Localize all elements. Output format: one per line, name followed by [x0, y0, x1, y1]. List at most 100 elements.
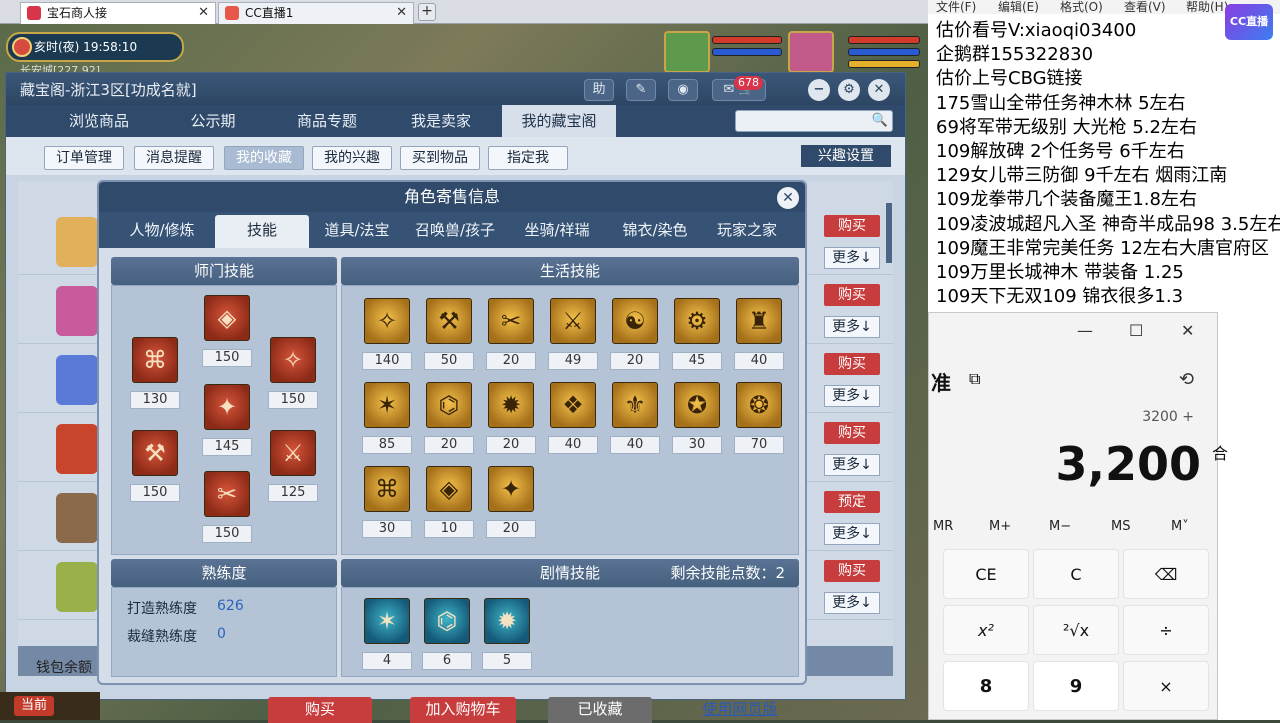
backspace-button[interactable]: ⌫: [1123, 549, 1209, 599]
close-icon[interactable]: ✕: [396, 3, 407, 23]
life-skill-icon[interactable]: ◈: [426, 466, 472, 512]
life-skill-icon[interactable]: ⌬: [426, 382, 472, 428]
popup-tab[interactable]: 召唤兽/孩子: [405, 212, 505, 248]
search-input[interactable]: 🔍: [735, 110, 893, 132]
popup-tab-active[interactable]: 技能: [215, 215, 309, 248]
story-skill-icon[interactable]: ✹: [484, 598, 530, 644]
life-skill-icon[interactable]: ☯: [612, 298, 658, 344]
browser-tab[interactable]: CC直播1 ✕: [218, 2, 414, 24]
add-to-cart-button[interactable]: 加入购物车: [410, 697, 516, 723]
menu-format[interactable]: 格式(O): [1060, 0, 1103, 15]
popup-tab[interactable]: 道具/法宝: [311, 212, 403, 248]
sect-skill-icon[interactable]: ⚔: [270, 430, 316, 476]
minimize-button[interactable]: −: [808, 79, 830, 101]
pet-portrait[interactable]: [664, 31, 710, 73]
clear-entry-button[interactable]: CE: [943, 549, 1029, 599]
life-skill-icon[interactable]: ✧: [364, 298, 410, 344]
browser-tab[interactable]: 宝石商人接 ✕: [20, 2, 216, 24]
more-button[interactable]: 更多↓: [824, 454, 880, 476]
minimize-button[interactable]: —: [1077, 321, 1093, 340]
memory-recall-button[interactable]: MR: [933, 519, 953, 534]
digit-9-button[interactable]: 9: [1033, 661, 1119, 711]
sect-skill-icon[interactable]: ⚒: [132, 430, 178, 476]
reserve-button[interactable]: 预定: [824, 491, 880, 513]
gear-icon[interactable]: ⚙: [838, 79, 860, 101]
sub-tab[interactable]: 指定我: [488, 146, 568, 170]
player-portrait[interactable]: [788, 31, 834, 73]
divide-button[interactable]: ÷: [1123, 605, 1209, 655]
more-button[interactable]: 更多↓: [824, 523, 880, 545]
nav-tab[interactable]: 我是卖家: [386, 105, 496, 137]
maximize-button[interactable]: ☐: [1129, 321, 1143, 340]
story-skill-icon[interactable]: ⌬: [424, 598, 470, 644]
life-skill-icon[interactable]: ⚒: [426, 298, 472, 344]
square-button[interactable]: x²: [943, 605, 1029, 655]
pencil-icon[interactable]: ✎: [626, 79, 656, 101]
life-skill-icon[interactable]: ⚜: [612, 382, 658, 428]
nav-tab-active[interactable]: 我的藏宝阁: [502, 105, 616, 137]
life-skill-icon[interactable]: ✶: [364, 382, 410, 428]
digit-8-button[interactable]: 8: [943, 661, 1029, 711]
life-skill-icon[interactable]: ✹: [488, 382, 534, 428]
popup-tab[interactable]: 人物/修炼: [113, 212, 211, 248]
popup-tab[interactable]: 玩家之家: [705, 212, 789, 248]
life-skill-icon[interactable]: ❖: [550, 382, 596, 428]
buy-button[interactable]: 购买: [824, 422, 880, 444]
buy-button[interactable]: 购买: [824, 284, 880, 306]
buy-button[interactable]: 购买: [824, 353, 880, 375]
search-icon[interactable]: 🔍: [872, 113, 888, 128]
nav-tab[interactable]: 商品专题: [272, 105, 382, 137]
sect-skill-icon[interactable]: ◈: [204, 295, 250, 341]
menu-help[interactable]: 帮助(H): [1186, 0, 1228, 15]
memory-list-button[interactable]: M˅: [1171, 519, 1189, 534]
sub-tab[interactable]: 消息提醒: [134, 146, 214, 170]
buy-button[interactable]: 购买: [268, 697, 372, 723]
life-skill-icon[interactable]: ♜: [736, 298, 782, 344]
sect-skill-icon[interactable]: ✦: [204, 384, 250, 430]
life-skill-icon[interactable]: ❂: [736, 382, 782, 428]
memory-add-button[interactable]: M+: [989, 519, 1011, 534]
keep-on-top-icon[interactable]: ⧉: [969, 369, 980, 389]
interest-settings-button[interactable]: 兴趣设置: [801, 145, 891, 167]
sub-tab[interactable]: 订单管理: [44, 146, 124, 170]
close-button[interactable]: ✕: [868, 79, 890, 101]
close-button[interactable]: ✕: [1181, 321, 1194, 340]
new-tab-button[interactable]: +: [418, 3, 436, 21]
close-icon[interactable]: ✕: [777, 187, 799, 209]
story-skill-icon[interactable]: ✶: [364, 598, 410, 644]
sub-tab-active[interactable]: 我的收藏: [224, 146, 304, 170]
buy-button[interactable]: 购买: [824, 215, 880, 237]
more-button[interactable]: 更多↓: [824, 385, 880, 407]
nav-tab[interactable]: 浏览商品: [44, 105, 154, 137]
multiply-button[interactable]: ×: [1123, 661, 1209, 711]
sqrt-button[interactable]: ²√x: [1033, 605, 1119, 655]
life-skill-icon[interactable]: ⚔: [550, 298, 596, 344]
sub-tab[interactable]: 我的兴趣: [312, 146, 392, 170]
more-button[interactable]: 更多↓: [824, 316, 880, 338]
more-button[interactable]: 更多↓: [824, 247, 880, 269]
scrollbar[interactable]: [886, 203, 892, 263]
menu-file[interactable]: 文件(F): [936, 0, 976, 15]
nav-tab[interactable]: 公示期: [158, 105, 268, 137]
life-skill-icon[interactable]: ⌘: [364, 466, 410, 512]
sub-tab[interactable]: 买到物品: [400, 146, 480, 170]
history-icon[interactable]: ⟲: [1179, 369, 1194, 390]
help-button[interactable]: 助: [584, 79, 614, 101]
buy-button[interactable]: 购买: [824, 560, 880, 582]
popup-tab[interactable]: 坐骑/祥瑞: [509, 212, 605, 248]
web-version-link[interactable]: 使用网页版: [690, 697, 790, 723]
menu-edit[interactable]: 编辑(E): [998, 0, 1039, 15]
memory-subtract-button[interactable]: M−: [1049, 519, 1071, 534]
life-skill-icon[interactable]: ✂: [488, 298, 534, 344]
memory-store-button[interactable]: MS: [1111, 519, 1130, 534]
clear-button[interactable]: C: [1033, 549, 1119, 599]
close-icon[interactable]: ✕: [198, 3, 209, 23]
sect-skill-icon[interactable]: ✂: [204, 471, 250, 517]
sect-skill-icon[interactable]: ✧: [270, 337, 316, 383]
popup-tab[interactable]: 锦衣/染色: [607, 212, 703, 248]
favorited-button[interactable]: 已收藏: [548, 697, 652, 723]
sect-skill-icon[interactable]: ⌘: [132, 337, 178, 383]
more-button[interactable]: 更多↓: [824, 592, 880, 614]
menu-view[interactable]: 查看(V): [1124, 0, 1166, 15]
channel-current-button[interactable]: 当前: [14, 696, 54, 716]
